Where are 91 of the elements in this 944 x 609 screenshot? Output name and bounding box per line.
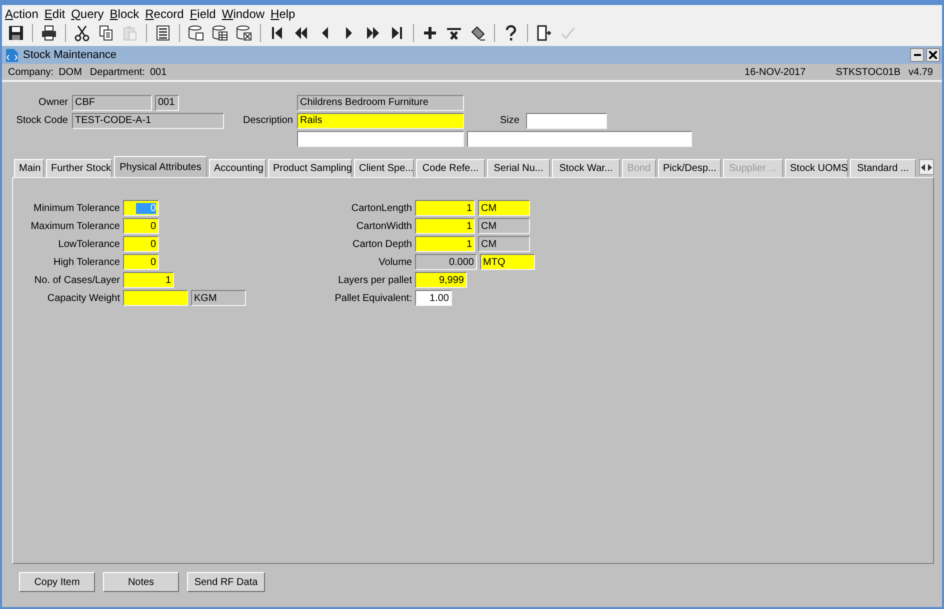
tab[interactable]: Code Refe... xyxy=(416,159,485,177)
minimize-button[interactable] xyxy=(910,48,924,62)
field-label: Size xyxy=(500,115,520,126)
close-button[interactable] xyxy=(926,48,940,62)
field-label: LowTolerance xyxy=(57,238,120,250)
tab[interactable]: Product Sampling xyxy=(268,159,352,177)
database-table-icon xyxy=(211,24,229,42)
input-field[interactable] xyxy=(467,130,692,146)
input-field[interactable]: MTQ xyxy=(480,254,535,270)
date-text: 16-NOV-2017 xyxy=(744,66,806,78)
field-label: CartonWidth xyxy=(355,220,412,232)
menu-item[interactable]: Query xyxy=(68,6,107,20)
input-field[interactable]: 1.00 xyxy=(415,290,452,306)
input-field[interactable] xyxy=(526,112,608,128)
input-field[interactable]: 0 xyxy=(123,254,159,270)
field-label: Volume xyxy=(378,256,412,268)
list-icon xyxy=(154,24,172,42)
field-label: Layers per pallet xyxy=(337,274,412,286)
tab[interactable]: Standard ... xyxy=(850,159,916,177)
input-field[interactable]: 0.000 xyxy=(415,254,477,270)
tab-scroll-button[interactable] xyxy=(919,159,934,175)
input-field[interactable]: CBF xyxy=(72,94,152,110)
save-icon xyxy=(7,24,25,42)
field-label: Minimum Tolerance xyxy=(32,202,120,214)
input-field[interactable]: 1 xyxy=(415,200,475,216)
minimize-icon xyxy=(914,54,920,56)
plus-icon xyxy=(421,24,439,42)
company-label: Company: xyxy=(8,66,54,78)
menu-item[interactable]: Help xyxy=(268,6,298,20)
tab[interactable]: Main xyxy=(14,159,44,177)
copy-icon xyxy=(97,24,115,42)
input-field[interactable] xyxy=(123,290,188,306)
program-name: STKSTOC01B xyxy=(836,66,901,78)
input-field[interactable]: 0 xyxy=(123,236,159,252)
tab[interactable]: Client Spe... xyxy=(354,159,414,177)
tab[interactable]: Further Stock xyxy=(46,159,112,177)
field-label: Maximum Tolerance xyxy=(30,220,120,232)
company-value: DOM xyxy=(58,66,82,78)
menu-item[interactable]: Block xyxy=(106,6,142,20)
action-button[interactable]: Copy Item xyxy=(19,572,95,592)
tab[interactable]: Accounting xyxy=(209,159,266,177)
left-right-arrows-icon xyxy=(921,164,932,170)
menu-item[interactable]: Record xyxy=(142,6,187,20)
input-field[interactable]: Rails xyxy=(297,112,464,128)
field-label: Pallet Equivalent: xyxy=(334,292,412,304)
field-label: Description xyxy=(242,115,293,126)
eraser-icon xyxy=(469,24,487,42)
input-field[interactable]: 001 xyxy=(155,94,179,110)
tab[interactable]: Serial Nu... xyxy=(487,159,550,177)
input-field[interactable]: 1 xyxy=(415,236,475,252)
input-field[interactable] xyxy=(297,130,464,146)
close-icon xyxy=(929,51,937,59)
department-label: Department: xyxy=(90,66,145,78)
input-field[interactable]: CM xyxy=(478,200,530,216)
tab[interactable]: Stock UOMS xyxy=(785,159,848,177)
version-text: v4.79 xyxy=(908,66,933,78)
window-title: Stock Maintenance xyxy=(23,49,118,61)
tab[interactable]: Physical Attributes xyxy=(114,156,207,177)
field-label: High Tolerance xyxy=(52,256,120,268)
field-label: Capacity Weight xyxy=(46,292,120,304)
input-field[interactable]: 1 xyxy=(415,218,475,234)
input-field[interactable]: KGM xyxy=(191,290,246,306)
menu-item[interactable]: Window xyxy=(218,6,268,20)
tab[interactable]: Stock War... xyxy=(552,159,620,177)
field-label: CartonLength xyxy=(350,202,412,214)
exit-icon xyxy=(535,24,553,42)
menu-item[interactable]: Action xyxy=(2,6,42,20)
input-field[interactable]: CM xyxy=(478,218,530,234)
department-value: 001 xyxy=(150,66,167,78)
database-delete-icon xyxy=(235,24,253,42)
database-query-icon xyxy=(187,24,205,42)
field-label: Carton Depth xyxy=(352,238,412,250)
menu-item[interactable]: Edit xyxy=(41,6,68,20)
action-button[interactable]: Send RF Data xyxy=(187,572,265,592)
input-field[interactable]: 0 xyxy=(123,218,159,234)
paste-icon xyxy=(121,24,139,42)
field-label: No. of Cases/Layer xyxy=(33,274,120,286)
form-icon xyxy=(5,48,19,62)
field-label: Owner xyxy=(38,97,68,108)
input-field[interactable]: CM xyxy=(478,236,530,252)
action-button[interactable]: Notes xyxy=(103,572,179,592)
next-set-icon xyxy=(364,24,382,42)
input-field[interactable]: 9,999 xyxy=(415,272,467,288)
input-field[interactable]: Childrens Bedroom Furniture xyxy=(297,94,464,110)
printer-icon xyxy=(40,24,58,42)
tab[interactable]: Pick/Desp... xyxy=(658,159,721,177)
field-label: Stock Code xyxy=(16,115,68,126)
menu-item[interactable]: Field xyxy=(186,6,219,20)
scissors-icon xyxy=(73,24,91,42)
input-field[interactable]: 1 xyxy=(123,272,174,288)
input-field[interactable]: TEST-CODE-A-1 xyxy=(72,112,224,128)
